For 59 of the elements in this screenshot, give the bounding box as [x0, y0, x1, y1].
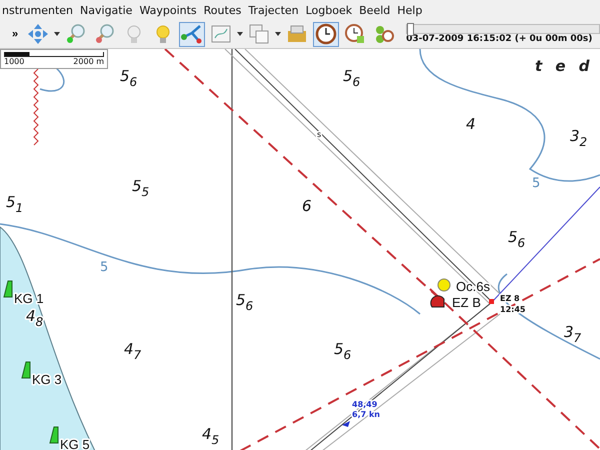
- menu-item[interactable]: Routes: [204, 4, 242, 16]
- menu-item[interactable]: nstrumenten: [2, 4, 74, 16]
- light-icon: [438, 278, 450, 292]
- buoy-label: KG 1: [14, 291, 44, 306]
- buoy-icon: [49, 426, 58, 444]
- caret-icon[interactable]: [237, 32, 244, 36]
- box-icon: [286, 23, 308, 45]
- slider-thumb[interactable]: [407, 23, 414, 36]
- pan-icon: [27, 23, 50, 45]
- clock-badge-icon: [344, 23, 366, 45]
- route-icon: [181, 23, 204, 45]
- clock-tool-button[interactable]: [313, 22, 340, 46]
- depth-sounding: 5$_{1}$: [6, 193, 24, 215]
- buoy-icon: [3, 280, 12, 298]
- caret-icon[interactable]: [54, 32, 60, 36]
- menu-item[interactable]: Waypoints: [139, 4, 197, 16]
- track-mark: s: [317, 130, 322, 139]
- menu-item[interactable]: Beeld: [359, 4, 390, 16]
- contour-label: 5: [100, 260, 108, 275]
- depth-sounding: 4$_{8}$: [26, 307, 44, 329]
- timestamp: 03-07-2009 16:15:02 (+ 0u 00m 00s): [406, 34, 594, 44]
- chart-icon: [210, 23, 232, 45]
- vessel-icon: [342, 421, 350, 427]
- buoy-label: KG 5: [60, 437, 90, 450]
- depth-sounding: 5$_{6}$: [343, 67, 360, 89]
- zoom-in-icon: [65, 23, 88, 45]
- clock-icon: [315, 23, 338, 45]
- menu-item[interactable]: Trajecten: [248, 4, 299, 16]
- scale-label: 1000: [4, 57, 24, 66]
- depth-sounding: 4: [466, 115, 476, 133]
- layers-icon: [248, 23, 270, 45]
- buoy-label: KG 3: [32, 372, 62, 387]
- depth-sounding: 5$_{6}$: [508, 228, 526, 250]
- route-tool-button[interactable]: [179, 22, 206, 46]
- caret-icon[interactable]: [275, 32, 282, 36]
- waypoint-marker: [489, 299, 494, 304]
- zoom-out-icon: [94, 23, 116, 45]
- time-slider[interactable]: [406, 24, 600, 34]
- gears-icon: [373, 23, 396, 45]
- area-label: t e d: [535, 57, 594, 75]
- depth-sounding: 4$_{5}$: [202, 425, 220, 447]
- depth-sounding: 5$_{6}$: [334, 340, 352, 362]
- depth-sounding: 4$_{7}$: [124, 340, 142, 362]
- depth-sounding: 3$_{2}$: [570, 127, 588, 149]
- depth-sounding: 5$_{5}$: [132, 177, 150, 199]
- depth-sounding: 3$_{7}$: [564, 323, 582, 345]
- beacon-label: EZ B: [452, 295, 481, 310]
- buoy-icon: [21, 362, 30, 378]
- beacon-icon: [430, 295, 444, 308]
- vessel-speed: 6,7 kn: [352, 410, 380, 419]
- menu-item[interactable]: Help: [397, 4, 422, 16]
- toolbar-overflow-button[interactable]: »: [8, 28, 22, 40]
- scale-label: 2000 m: [73, 57, 104, 66]
- depth-sounding: 5$_{6}$: [120, 67, 138, 89]
- depth-sounding: 6: [302, 197, 312, 215]
- depth-sounding: 5$_{6}$: [236, 291, 254, 313]
- menu-item[interactable]: Logboek: [306, 4, 352, 16]
- contour-label: 5: [532, 176, 540, 191]
- menu-item[interactable]: Navigatie: [80, 4, 132, 16]
